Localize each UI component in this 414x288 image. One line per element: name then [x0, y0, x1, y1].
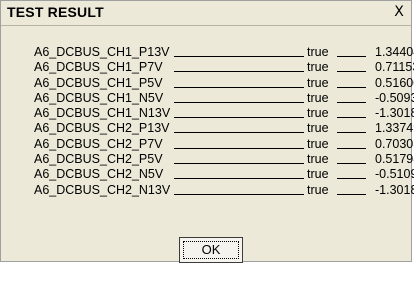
leader-line: [337, 56, 366, 57]
leader-line: [174, 193, 304, 195]
result-status: true: [307, 182, 329, 197]
result-name: A6_DCBUS_CH1_P13V: [34, 45, 170, 59]
result-row: A6_DCBUS_CH1_P13V true 1.34404: [34, 45, 414, 60]
leader-line: [337, 132, 366, 134]
result-value: -1.30189: [375, 106, 414, 121]
result-value: 0.516002: [375, 75, 414, 90]
result-status: true: [307, 60, 329, 75]
test-result-dialog: TEST RESULT X A6_DCBUS_CH1_P13V true 1.3…: [0, 0, 414, 263]
results-list: A6_DCBUS_CH1_P13V true 1.34404 A6_DCBUS_…: [34, 45, 414, 198]
result-value: 0.703036: [375, 136, 414, 151]
leader-line: [174, 132, 304, 134]
leader-line: [337, 71, 366, 73]
close-icon[interactable]: X: [391, 4, 407, 20]
leader-line: [337, 193, 366, 195]
result-value: -0.509323: [375, 90, 414, 105]
result-row: A6_DCBUS_CH2_P7V true 0.703036: [34, 136, 414, 152]
result-name: A6_DCBUS_CH2_P7V: [34, 136, 163, 151]
result-value: 1.33749: [375, 121, 414, 136]
result-row: A6_DCBUS_CH1_N13V true -1.30189: [34, 106, 414, 121]
leader-line: [174, 163, 304, 165]
result-status: true: [307, 136, 329, 151]
result-name: A6_DCBUS_CH2_P5V: [34, 152, 163, 167]
result-value: -1.30187: [375, 182, 414, 197]
result-name: A6_DCBUS_CH1_N13V: [34, 106, 171, 121]
ok-button-label: OK: [201, 242, 221, 257]
leader-line: [337, 178, 366, 180]
result-status: true: [307, 75, 329, 90]
result-value: 0.517983: [375, 152, 414, 167]
result-status: true: [307, 45, 329, 59]
result-name: A6_DCBUS_CH2_N5V: [34, 167, 164, 182]
result-name: A6_DCBUS_CH2_N13V: [34, 182, 171, 197]
leader-line: [174, 86, 304, 88]
leader-line: [337, 147, 366, 149]
result-status: true: [307, 90, 329, 105]
ok-button[interactable]: OK: [179, 237, 243, 263]
result-row: A6_DCBUS_CH2_P5V true 0.517983: [34, 152, 414, 167]
result-status: true: [307, 152, 329, 167]
leader-line: [174, 71, 304, 73]
result-name: A6_DCBUS_CH1_P5V: [34, 75, 163, 90]
leader-line: [337, 117, 366, 119]
result-row: A6_DCBUS_CH2_N5V true -0.510953: [34, 167, 414, 182]
result-value: -0.510953: [375, 167, 414, 182]
result-status: true: [307, 167, 329, 182]
leader-line: [174, 56, 304, 57]
result-row: A6_DCBUS_CH2_N13V true -1.30187: [34, 182, 414, 198]
leader-line: [337, 86, 366, 88]
leader-line: [174, 147, 304, 149]
leader-line: [174, 178, 304, 180]
result-row: A6_DCBUS_CH1_P7V true 0.711538: [34, 60, 414, 75]
result-name: A6_DCBUS_CH2_P13V: [34, 121, 170, 136]
window-title: TEST RESULT: [7, 4, 104, 20]
result-row: A6_DCBUS_CH1_N5V true -0.509323: [34, 90, 414, 106]
leader-line: [174, 101, 304, 103]
result-name: A6_DCBUS_CH1_P7V: [34, 60, 163, 75]
leader-line: [337, 163, 366, 165]
result-value: 1.34404: [375, 45, 414, 59]
result-row: A6_DCBUS_CH2_P13V true 1.33749: [34, 121, 414, 136]
result-value: 0.711538: [375, 60, 414, 75]
result-status: true: [307, 106, 329, 121]
leader-line: [174, 117, 304, 119]
title-bar[interactable]: TEST RESULT X: [1, 1, 411, 26]
result-name: A6_DCBUS_CH1_N5V: [34, 90, 164, 105]
leader-line: [337, 101, 366, 103]
result-row: A6_DCBUS_CH1_P5V true 0.516002: [34, 75, 414, 91]
result-status: true: [307, 121, 329, 136]
